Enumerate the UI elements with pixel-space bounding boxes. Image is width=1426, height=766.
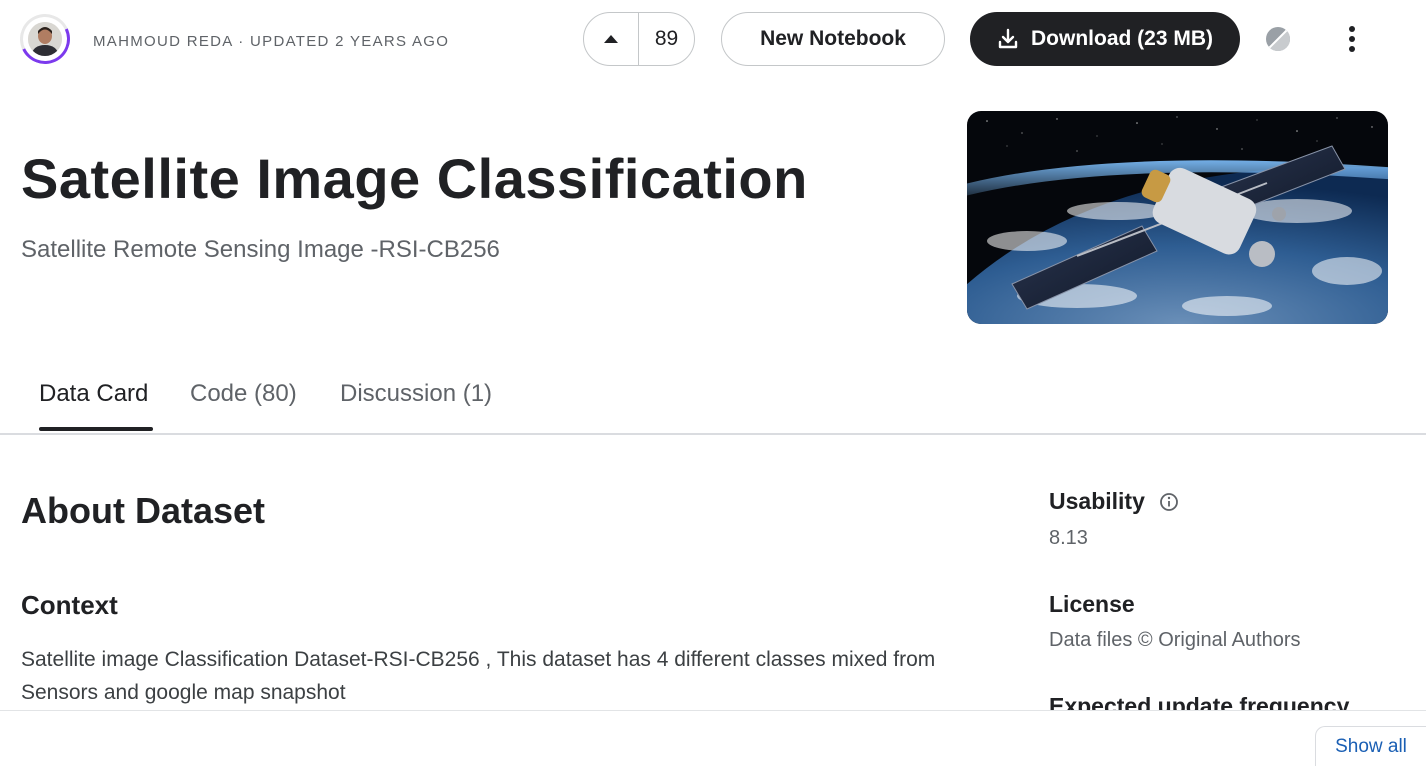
about-heading: About Dataset	[21, 490, 266, 531]
context-heading: Context	[21, 590, 118, 620]
new-notebook-button[interactable]: New Notebook	[721, 12, 945, 66]
dataset-cover-image	[967, 111, 1388, 324]
tab-data-card[interactable]: Data Card	[39, 380, 148, 408]
dataset-subtitle: Satellite Remote Sensing Image -RSI-CB25…	[21, 236, 500, 263]
info-icon[interactable]	[1159, 492, 1179, 512]
license-value: Data files © Original Authors	[1049, 629, 1301, 651]
usability-value: 8.13	[1049, 527, 1088, 549]
author-avatar-image	[28, 22, 62, 56]
vote-count: 89	[654, 27, 679, 50]
tab-bar: Data Card Code (80) Discussion (1)	[0, 370, 1426, 435]
download-button[interactable]: Download (23 MB)	[970, 12, 1240, 66]
download-label: Download (23 MB)	[1031, 27, 1213, 50]
author-updated-line: MAHMOUD REDA · UPDATED 2 YEARS AGO	[93, 33, 450, 50]
tab-code[interactable]: Code (80)	[190, 380, 297, 408]
bottom-overlay-bar	[0, 710, 1426, 761]
theme-toggle-icon[interactable]	[1265, 26, 1291, 52]
show-all-button[interactable]: Show all	[1315, 726, 1426, 766]
usability-label: Usability	[1049, 488, 1145, 514]
triangle-up-icon	[604, 35, 618, 43]
download-icon	[998, 28, 1018, 49]
vote-control: 89	[583, 12, 695, 66]
active-tab-indicator	[39, 427, 153, 431]
upvote-button[interactable]	[584, 13, 639, 65]
context-paragraph: Satellite image Classification Dataset-R…	[21, 648, 936, 704]
tab-discussion[interactable]: Discussion (1)	[340, 380, 492, 408]
author-avatar[interactable]	[12, 6, 78, 72]
dataset-title: Satellite Image Classification	[21, 147, 808, 210]
usability-header: Usability	[1049, 488, 1179, 515]
license-label: License	[1049, 591, 1135, 617]
kebab-menu-icon[interactable]	[1340, 24, 1364, 54]
